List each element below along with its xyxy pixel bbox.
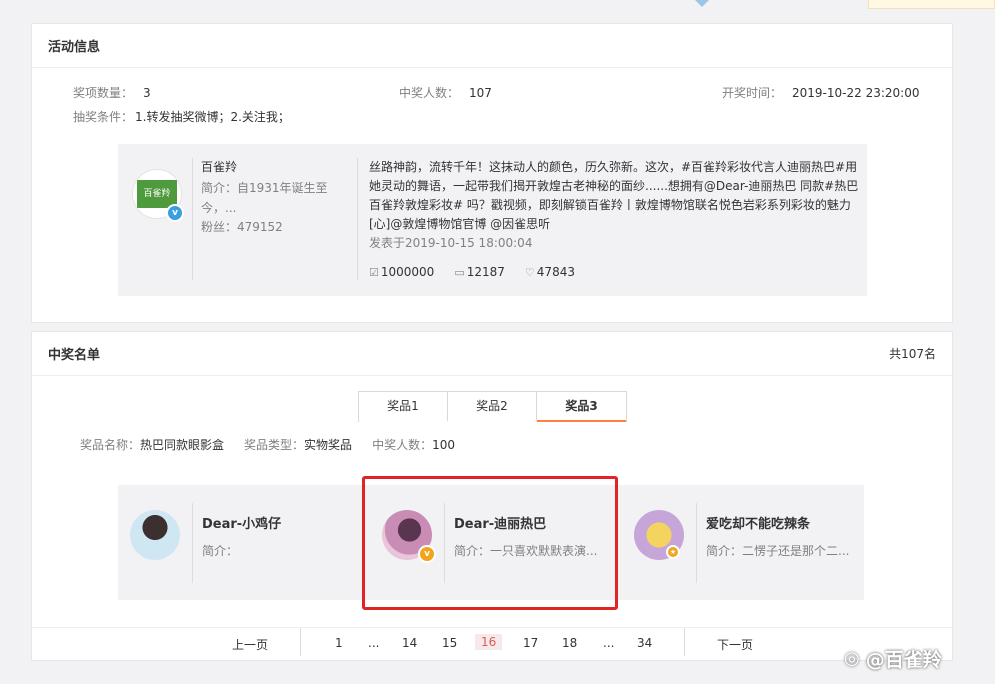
- repost-count: 1000000: [380, 265, 435, 279]
- prize-count: 奖项数量： 3: [73, 84, 151, 101]
- winner-name[interactable]: Dear-小鸡仔: [202, 513, 281, 532]
- badge-icon: ★: [666, 545, 680, 559]
- prize-winners: 中奖人数：100: [372, 436, 455, 453]
- winner-count-label: 中奖人数：: [399, 86, 460, 100]
- prize-type-value: 实物奖品: [304, 438, 353, 452]
- like-stat[interactable]: ♡ 47843: [525, 265, 575, 279]
- winner-card[interactable]: Dear-小鸡仔 简介：: [118, 485, 366, 600]
- draw-time-label: 开奖时间：: [722, 86, 783, 100]
- post-text: 丝路神韵，流转千年！这抹动人的颜色，历久弥新。这次，#百雀羚彩妆代言人迪丽热巴#…: [369, 160, 859, 231]
- winner-card[interactable]: ★ 爱吃却不能吃辣条 简介：二愣子还是那个二...: [622, 485, 870, 600]
- page-link[interactable]: 1: [335, 636, 343, 650]
- dropdown-caret: [695, 0, 709, 7]
- conditions-label: 抽奖条件：: [73, 110, 134, 124]
- prize-count-label: 奖项数量：: [73, 86, 134, 100]
- watermark: ◎ @百雀羚: [844, 645, 942, 672]
- weibo-post-card[interactable]: 百雀羚 v 百雀羚 简介：自1931年诞生至今，... 粉丝：479152 丝路…: [118, 144, 867, 296]
- tab-prize-1[interactable]: 奖品1: [359, 392, 448, 422]
- prize-name-label: 奖品名称：: [80, 438, 141, 452]
- page-link[interactable]: 17: [523, 636, 538, 650]
- page-link[interactable]: 15: [442, 636, 457, 650]
- weibo-logo-icon: ◎: [844, 648, 860, 669]
- like-count: 47843: [536, 265, 575, 279]
- page-ellipsis: ...: [368, 636, 380, 650]
- winner-count-value: 107: [469, 86, 492, 100]
- winner-name[interactable]: 爱吃却不能吃辣条: [706, 513, 810, 532]
- next-page-button[interactable]: 下一页: [717, 636, 753, 653]
- repost-stat[interactable]: ☑ 1000000: [369, 265, 434, 279]
- divider: [192, 503, 193, 583]
- highlight-box: [362, 476, 618, 610]
- prize-name: 奖品名称：热巴同款眼影盒: [80, 436, 224, 453]
- comment-icon: ▭: [454, 265, 465, 279]
- tab-prize-3[interactable]: 奖品3: [537, 392, 626, 422]
- divider: [696, 503, 697, 583]
- prize-name-value: 热巴同款眼影盒: [140, 438, 225, 452]
- current-page[interactable]: 16: [475, 634, 503, 650]
- watermark-text: @百雀羚: [865, 649, 942, 671]
- prev-page-button[interactable]: 上一页: [232, 636, 268, 653]
- winners-title: 中奖名单: [48, 348, 101, 363]
- verified-icon: v: [166, 204, 184, 222]
- activity-title: 活动信息: [48, 40, 101, 55]
- post-user-name[interactable]: 百雀羚: [201, 158, 237, 175]
- like-icon: ♡: [524, 265, 535, 279]
- prize-type: 奖品类型：实物奖品: [244, 436, 352, 453]
- divider: [684, 628, 685, 656]
- prize-winners-label: 中奖人数：: [372, 438, 433, 452]
- prize-winners-value: 100: [432, 438, 455, 452]
- prize-info: 奖品名称：热巴同款眼影盒 奖品类型：实物奖品 中奖人数：100: [80, 436, 455, 453]
- page-link[interactable]: 14: [402, 636, 417, 650]
- comment-count: 12187: [466, 265, 505, 279]
- avatar[interactable]: [130, 510, 180, 560]
- activity-header: 活动信息: [32, 24, 952, 68]
- tab-prize-2[interactable]: 奖品2: [448, 392, 537, 422]
- divider: [357, 158, 358, 280]
- divider: [192, 158, 193, 280]
- draw-time-value: 2019-10-22 23:20:00: [792, 86, 920, 100]
- winners-total: 共107名: [889, 347, 936, 361]
- conditions: 抽奖条件： 1.转发抽奖微博；2.关注我；: [73, 108, 290, 125]
- comment-stat[interactable]: ▭ 12187: [454, 265, 505, 279]
- post-stats: ☑ 1000000 ▭ 12187 ♡ 47843: [369, 265, 575, 279]
- post-time: 发表于2019-10-15 18:00:04: [369, 236, 533, 250]
- activity-panel: 活动信息 奖项数量： 3 中奖人数： 107 开奖时间： 2019-10-22 23:…: [31, 23, 953, 323]
- prize-type-label: 奖品类型：: [244, 438, 305, 452]
- page-link[interactable]: 18: [562, 636, 577, 650]
- post-user-intro: 简介：自1931年诞生至今，...: [201, 181, 328, 215]
- divider: [300, 628, 301, 656]
- post-user-fans: 粉丝：479152: [201, 220, 283, 234]
- page-ellipsis: ...: [603, 636, 615, 650]
- winner-intro: 简介：: [202, 544, 239, 558]
- pagination: 上一页 1 ... 14 15 16 17 18 ... 34 下一页: [32, 627, 954, 657]
- conditions-value: 1.转发抽奖微博；2.关注我；: [135, 110, 290, 124]
- winners-header: 中奖名单 共107名: [32, 332, 952, 376]
- winner-count: 中奖人数： 107: [399, 84, 492, 101]
- prize-count-value: 3: [143, 86, 151, 100]
- winner-intro: 简介：二愣子还是那个二...: [706, 544, 850, 558]
- post-user[interactable]: 百雀羚 v: [118, 144, 192, 296]
- top-tip: [868, 0, 995, 9]
- prize-tabs: 奖品1 奖品2 奖品3: [358, 391, 627, 422]
- draw-time: 开奖时间： 2019-10-22 23:20:00: [722, 84, 919, 101]
- page-link[interactable]: 34: [637, 636, 652, 650]
- repost-icon: ☑: [369, 265, 379, 279]
